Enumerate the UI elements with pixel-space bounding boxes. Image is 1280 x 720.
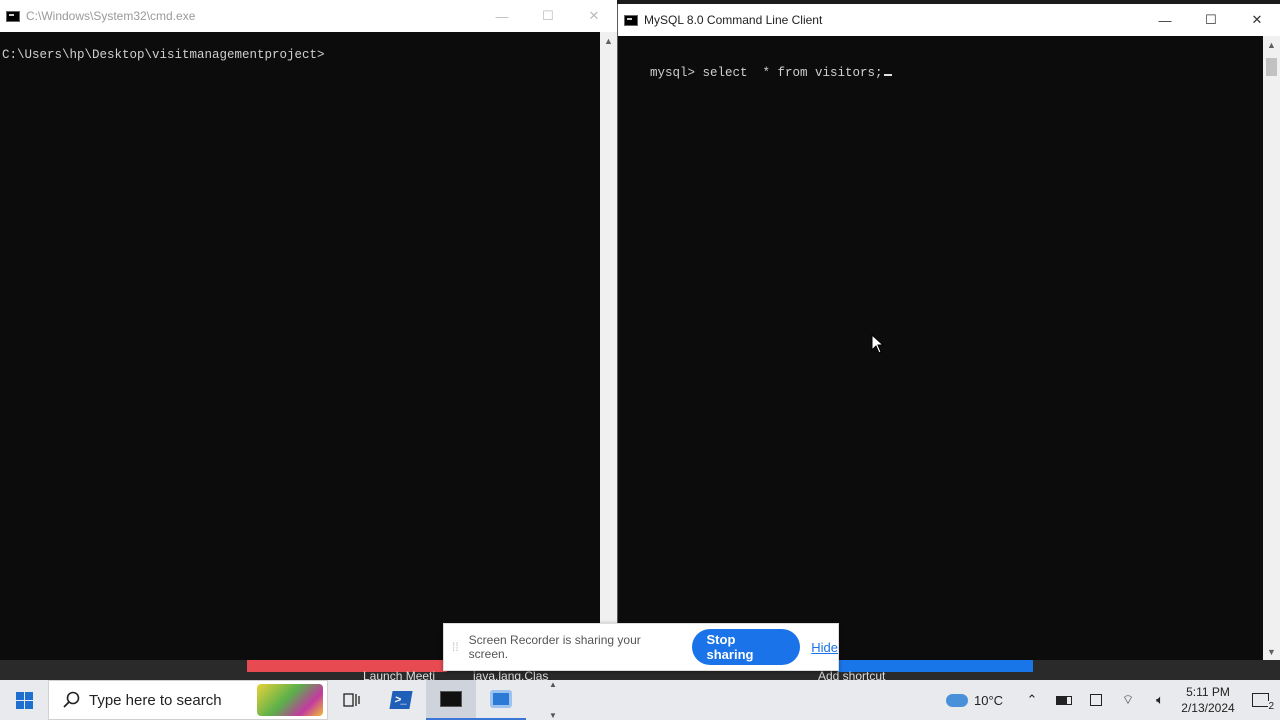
taskbar: Type here to search >_ ▲ ▼ 10°C ⌃ ⌔ 🔈︎ 5… (0, 680, 1280, 720)
taskbar-app-powershell[interactable]: >_ (376, 680, 426, 720)
minimize-button[interactable]: — (479, 0, 525, 32)
taskbar-scroll[interactable]: ▲ ▼ (546, 680, 560, 720)
mysql-title: MySQL 8.0 Command Line Client (644, 13, 823, 27)
search-placeholder: Type here to search (89, 691, 222, 709)
scroll-down-icon[interactable]: ▼ (1263, 643, 1280, 660)
mysql-scrollbar[interactable]: ▲ ▼ (1263, 36, 1280, 660)
notifications-button[interactable]: 2 (1240, 680, 1280, 720)
start-button[interactable] (0, 680, 48, 720)
battery-button[interactable] (1048, 680, 1080, 720)
show-hidden-icons-button[interactable]: ⌃ (1016, 680, 1048, 720)
meet-now-icon (1090, 694, 1102, 706)
mysql-command: mysql> select * from visitors; (650, 66, 883, 80)
cloud-icon (946, 693, 968, 707)
task-view-button[interactable] (328, 680, 376, 720)
drag-handle-icon[interactable]: ⁞⁞ (452, 640, 459, 654)
weather-widget[interactable]: 10°C (946, 680, 1016, 720)
wifi-icon: ⌔ (1121, 692, 1135, 707)
close-button[interactable]: ✕ (571, 0, 617, 32)
cmd-prompt[interactable]: C:\Users\hp\Desktop\visitmanagementproje… (0, 48, 325, 62)
search-icon (63, 691, 80, 708)
battery-icon (1056, 695, 1072, 705)
weather-temp: 10°C (974, 692, 1004, 708)
network-button[interactable]: ⌔ (1112, 680, 1144, 720)
cmd-icon (6, 10, 20, 22)
notification-icon (1251, 693, 1269, 707)
taskbar-app-remote[interactable] (476, 680, 526, 720)
mysql-console-line[interactable]: mysql> select * from visitors; (618, 52, 892, 94)
task-view-icon (343, 693, 360, 707)
mysql-titlebar[interactable]: MySQL 8.0 Command Line Client — ☐ ✕ (618, 4, 1280, 36)
meet-now-button[interactable] (1080, 680, 1112, 720)
clock[interactable]: 5:11 PM 2/13/2024 (1176, 684, 1240, 716)
scroll-down-icon[interactable]: ▼ (549, 711, 557, 720)
screen-share-bar: ⁞⁞ Screen Recorder is sharing your scree… (443, 623, 839, 671)
powershell-icon: >_ (389, 691, 413, 709)
search-highlight-icon (257, 684, 323, 716)
cmd-title: C:\Windows\System32\cmd.exe (26, 9, 196, 23)
taskbar-app-cmd[interactable] (426, 680, 476, 720)
system-tray: ▲ ▼ 10°C ⌃ ⌔ 🔈︎ 5:11 PM 2/13/2024 2 (549, 680, 1280, 720)
clock-time: 5:11 PM (1186, 685, 1230, 699)
scroll-up-icon[interactable]: ▲ (1263, 36, 1280, 53)
minimize-button[interactable]: — (1142, 4, 1188, 36)
cmd-app-icon (440, 691, 462, 707)
mysql-window[interactable]: MySQL 8.0 Command Line Client — ☐ ✕ mysq… (617, 4, 1280, 660)
maximize-button[interactable]: ☐ (525, 0, 571, 32)
maximize-button[interactable]: ☐ (1188, 4, 1234, 36)
remote-desktop-icon (490, 690, 512, 708)
volume-button[interactable]: 🔈︎ (1144, 680, 1176, 720)
clock-date: 2/13/2024 (1181, 701, 1235, 715)
hide-link[interactable]: Hide (811, 640, 838, 655)
cmd-titlebar[interactable]: C:\Windows\System32\cmd.exe — ☐ ✕ (0, 0, 617, 32)
bookmark-item[interactable]: Launch Meeti (363, 669, 435, 680)
mouse-pointer-icon (871, 334, 885, 354)
close-button[interactable]: ✕ (1234, 4, 1280, 36)
cmd-window[interactable]: C:\Windows\System32\cmd.exe — ☐ ✕ C:\Use… (0, 0, 617, 660)
mysql-console-icon (624, 14, 638, 26)
scroll-thumb[interactable] (1266, 58, 1277, 76)
text-cursor (883, 74, 892, 76)
chevron-up-icon: ⌃ (1026, 692, 1038, 707)
notification-count: 2 (1268, 701, 1274, 712)
taskbar-search[interactable]: Type here to search (48, 680, 328, 720)
share-message: Screen Recorder is sharing your screen. (468, 633, 641, 661)
cmd-scrollbar[interactable]: ▲ (600, 32, 617, 660)
windows-logo-icon (15, 691, 33, 709)
scroll-up-icon[interactable]: ▲ (600, 32, 617, 49)
speaker-icon: 🔈︎ (1156, 692, 1164, 707)
stop-sharing-button[interactable]: Stop sharing (691, 629, 801, 665)
scroll-up-icon[interactable]: ▲ (549, 680, 557, 689)
